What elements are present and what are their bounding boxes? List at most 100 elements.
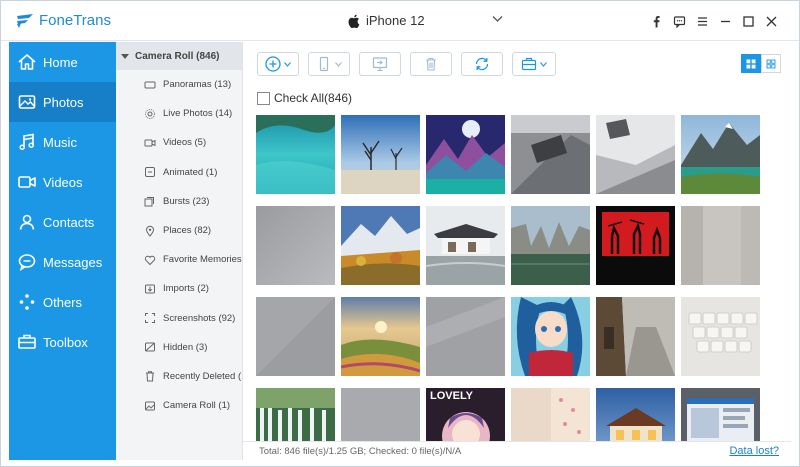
photo-thumbnail[interactable] <box>426 297 505 376</box>
add-button[interactable] <box>257 52 299 76</box>
sidebar-item-messages[interactable]: Messages <box>9 242 116 282</box>
export-to-pc-button[interactable] <box>359 52 401 76</box>
check-all-control[interactable]: Check All(846) <box>257 91 352 105</box>
home-icon <box>17 52 37 72</box>
photo-thumbnail[interactable] <box>511 388 590 441</box>
vertical-scrollbar[interactable] <box>785 115 791 441</box>
close-button[interactable] <box>760 12 783 30</box>
delete-button[interactable] <box>410 52 452 76</box>
album-item[interactable]: Screenshots (92) <box>116 304 242 333</box>
album-item[interactable]: Animated (1) <box>116 158 242 187</box>
album-item-label: Hidden (3) <box>163 341 208 353</box>
album-item-label: Animated (1) <box>163 166 218 178</box>
album-item-label: Videos (5) <box>163 137 207 149</box>
photo-thumbnail[interactable] <box>596 115 675 194</box>
menu-icon <box>698 16 707 26</box>
photo-thumbnail[interactable] <box>511 206 590 285</box>
feedback-button[interactable] <box>668 12 691 30</box>
toolbox-button[interactable] <box>512 52 556 76</box>
delete-icon <box>426 57 436 71</box>
album-item[interactable]: Places (82) <box>116 216 242 245</box>
facebook-button[interactable] <box>645 12 668 30</box>
photo-thumbnail[interactable]: LOVELY <box>426 388 505 441</box>
feedback-icon <box>673 15 686 28</box>
sidebar-item-videos[interactable]: Videos <box>9 162 116 202</box>
data-lost-link[interactable]: Data lost? <box>729 445 779 457</box>
photo-thumbnail[interactable] <box>256 388 335 441</box>
check-all-checkbox[interactable] <box>257 91 270 105</box>
close-icon <box>766 16 777 26</box>
photo-thumbnail[interactable] <box>511 115 590 194</box>
album-header-label: Camera Roll (846) <box>135 50 220 62</box>
sidebar-item-others[interactable]: Others <box>9 282 116 322</box>
album-item-label: Favorite Memories (... <box>163 254 242 266</box>
export-to-device-button[interactable] <box>308 52 350 76</box>
toolbox-icon <box>17 332 37 352</box>
sidebar-item-label: Photos <box>43 94 84 110</box>
sidebar-item-music[interactable]: Music <box>9 122 116 162</box>
photo-thumbnail[interactable] <box>681 388 760 441</box>
apple-icon <box>348 14 360 28</box>
album-item[interactable]: Bursts (23) <box>116 187 242 216</box>
check-all-label: Check All(846) <box>274 91 353 105</box>
sidebar-item-toolbox[interactable]: Toolbox <box>9 322 116 362</box>
music-icon <box>17 132 37 152</box>
sidebar-item-home[interactable]: Home <box>9 42 116 82</box>
refresh-icon <box>475 57 489 71</box>
grid-large-icon <box>746 59 756 68</box>
svg-text:LOVELY: LOVELY <box>430 390 474 402</box>
add-icon <box>265 56 281 72</box>
grid-small-view-button[interactable] <box>761 54 781 73</box>
album-item[interactable]: Videos (5) <box>116 128 242 157</box>
grid-view-button[interactable] <box>741 54 761 73</box>
device-selector[interactable]: iPhone 12 <box>348 13 503 28</box>
sidebar-item-label: Others <box>43 294 83 310</box>
photo-thumbnail[interactable] <box>596 388 675 441</box>
photo-thumbnail[interactable] <box>341 115 420 194</box>
album-item[interactable]: Panoramas (13) <box>116 70 242 99</box>
imports-icon <box>144 283 156 295</box>
sidebar-item-contacts[interactable]: Contacts <box>9 202 116 242</box>
places-icon <box>144 225 156 237</box>
photo-thumbnail[interactable] <box>256 115 335 194</box>
photo-thumbnail[interactable] <box>341 206 420 285</box>
photo-thumbnail[interactable] <box>681 297 760 376</box>
photo-thumbnail[interactable] <box>426 115 505 194</box>
album-header-camera-roll[interactable]: Camera Roll (846) <box>116 42 242 70</box>
album-list: Panoramas (13) Live Photos (14) Videos (5)… <box>116 70 242 420</box>
sidebar-item-photos[interactable]: Photos <box>9 82 116 122</box>
photo-thumbnail[interactable] <box>256 206 335 285</box>
album-panel: Camera Roll (846) Panoramas (13) Live Pho… <box>116 42 243 460</box>
photo-thumbnail[interactable] <box>511 297 590 376</box>
photo-thumbnail[interactable] <box>341 297 420 376</box>
title-bar: FoneTrans iPhone 12 <box>1 1 799 41</box>
photo-thumbnail[interactable] <box>596 297 675 376</box>
photo-thumbnail[interactable] <box>341 388 420 441</box>
album-item[interactable]: Hidden (3) <box>116 333 242 362</box>
photo-thumbnail[interactable] <box>596 206 675 285</box>
album-item[interactable]: Imports (2) <box>116 274 242 303</box>
album-item-label: Bursts (23) <box>163 195 210 207</box>
maximize-button[interactable] <box>737 12 760 30</box>
fonetrans-logo-icon <box>17 13 33 28</box>
panorama-icon <box>144 79 156 91</box>
minimize-icon <box>721 20 730 22</box>
toolbox-icon <box>521 57 537 71</box>
photo-thumbnail[interactable] <box>681 115 760 194</box>
facebook-icon <box>653 15 660 27</box>
dropdown-arrow-icon <box>335 61 342 67</box>
album-item[interactable]: Recently Deleted (1) <box>116 362 242 391</box>
refresh-button[interactable] <box>461 52 503 76</box>
photo-thumbnail[interactable] <box>681 206 760 285</box>
album-item[interactable]: Favorite Memories (... <box>116 245 242 274</box>
album-item[interactable]: Live Photos (14) <box>116 99 242 128</box>
photo-thumbnail[interactable] <box>256 297 335 376</box>
dropdown-arrow-icon <box>540 61 547 67</box>
app-title: FoneTrans <box>39 12 111 29</box>
album-item[interactable]: Camera Roll (1) <box>116 391 242 420</box>
minimize-button[interactable] <box>714 12 737 30</box>
menu-button[interactable] <box>691 12 714 30</box>
videos-icon <box>17 172 37 192</box>
photo-thumbnail[interactable] <box>426 206 505 285</box>
status-summary: Total: 846 file(s)/1.25 GB; Checked: 0 f… <box>259 446 462 457</box>
